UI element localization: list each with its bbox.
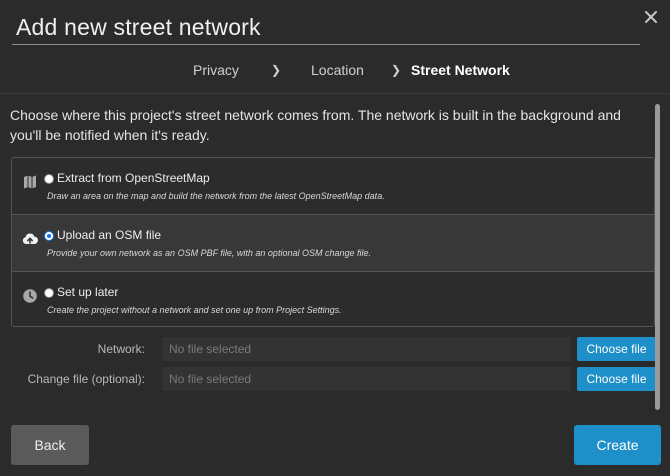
create-button[interactable]: Create: [574, 425, 661, 465]
network-file-row: Network: No file selected Choose file: [0, 337, 660, 361]
close-icon[interactable]: [642, 8, 660, 26]
radio-set-up-later[interactable]: [44, 288, 54, 298]
description-text: Choose where this project's street netwo…: [10, 107, 621, 143]
dialog-title: Add new street network: [16, 14, 261, 40]
change-file-row: Change file (optional): No file selected…: [0, 367, 660, 391]
change-file-label: Change file (optional):: [27, 372, 145, 386]
step-privacy[interactable]: Privacy: [193, 62, 239, 78]
scrollbar[interactable]: [655, 104, 660, 410]
option-label: Upload an OSM file: [57, 228, 162, 242]
scrollbar-thumb[interactable]: [655, 104, 660, 410]
wizard-steps: Privacy ❯ Location ❯ Street Network: [0, 60, 670, 80]
cloud-upload-icon: [22, 231, 38, 247]
option-upload-osm[interactable]: Upload an OSM file Provide your own netw…: [12, 215, 654, 272]
chevron-right-icon: ❯: [271, 63, 282, 77]
network-source-options: Extract from OpenStreetMap Draw an area …: [11, 157, 655, 327]
change-file-choose-file-button[interactable]: Choose file: [577, 367, 656, 391]
option-label: Set up later: [57, 285, 119, 299]
step-street-network[interactable]: Street Network: [411, 62, 510, 78]
chevron-right-icon: ❯: [391, 63, 402, 77]
change-file-field[interactable]: No file selected: [162, 367, 571, 391]
network-file-field[interactable]: No file selected: [162, 337, 571, 361]
option-help-text: Draw an area on the map and build the ne…: [47, 191, 385, 201]
step-location[interactable]: Location: [311, 62, 364, 78]
radio-extract-osm[interactable]: [44, 174, 54, 184]
option-help-text: Create the project without a network and…: [47, 305, 342, 315]
option-extract-osm[interactable]: Extract from OpenStreetMap Draw an area …: [12, 158, 654, 215]
network-file-label: Network:: [97, 342, 145, 356]
network-choose-file-button[interactable]: Choose file: [577, 337, 656, 361]
option-help-text: Provide your own network as an OSM PBF f…: [47, 248, 371, 258]
clock-icon: [22, 288, 38, 304]
option-set-up-later[interactable]: Set up later Create the project without …: [12, 272, 654, 326]
title-divider: [12, 44, 640, 45]
option-label: Extract from OpenStreetMap: [57, 171, 210, 185]
back-button[interactable]: Back: [11, 425, 89, 465]
steps-divider: [0, 93, 670, 94]
map-icon: [22, 174, 38, 190]
add-street-network-dialog: Add new street network Privacy ❯ Locatio…: [0, 0, 670, 476]
radio-upload-osm[interactable]: [44, 231, 54, 241]
dialog-header: Add new street network: [0, 0, 670, 46]
